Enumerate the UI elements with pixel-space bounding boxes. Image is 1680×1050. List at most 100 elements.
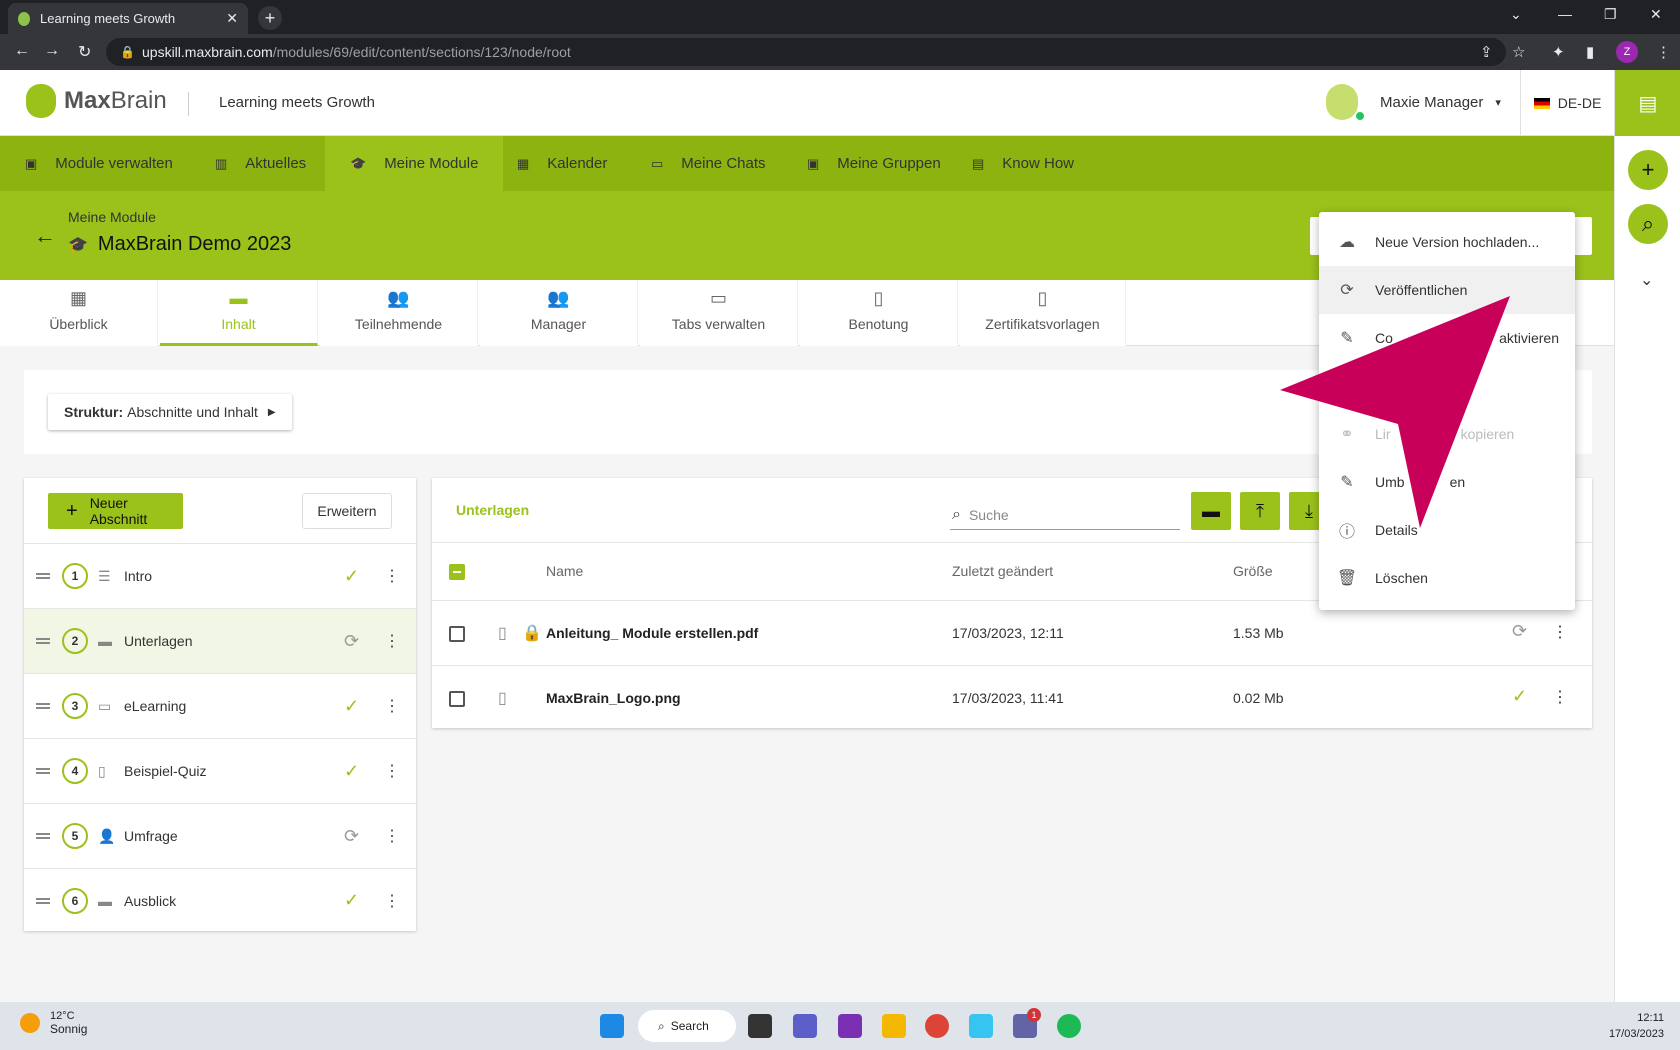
menu-item-upload-version[interactable]: ☁ Neue Version hochladen... — [1319, 218, 1575, 266]
tab-ueberblick[interactable]: ▦ Überblick — [0, 280, 158, 346]
drag-handle-icon[interactable] — [36, 703, 50, 709]
tab-tabs-verwalten[interactable]: ▭ Tabs verwalten — [640, 280, 798, 346]
back-icon[interactable]: ← — [14, 42, 30, 60]
section-item-beispiel-quiz[interactable]: 4 ▯ Beispiel-Quiz ✓ ⋮ — [24, 738, 416, 803]
clock[interactable]: 12:11 17/03/2023 — [1609, 1010, 1664, 1042]
structure-button[interactable]: Struktur: Abschnitte und Inhalt ▶ — [48, 394, 292, 430]
restore-icon[interactable]: ❐ — [1604, 6, 1617, 23]
teams-chat-icon[interactable] — [793, 1014, 817, 1038]
chevron-down-icon[interactable]: ⌄ — [1640, 270, 1653, 290]
more-vert-icon[interactable]: ⋮ — [384, 891, 400, 911]
new-section-button[interactable]: + Neuer Abschnitt — [48, 493, 183, 529]
menu-dots-icon[interactable]: ⋮ — [1656, 43, 1671, 61]
row-checkbox[interactable] — [449, 626, 465, 642]
section-item-unterlagen[interactable]: 2 ▬ Unterlagen ⟳ ⋮ — [24, 608, 416, 673]
nav-meine-gruppen[interactable]: ▣ Meine Gruppen — [782, 136, 966, 191]
tab-teilnehmende[interactable]: 👥 Teilnehmende — [320, 280, 478, 346]
drag-handle-icon[interactable] — [36, 573, 50, 579]
tab-inhalt[interactable]: ▬ Inhalt — [160, 280, 318, 346]
select-all-checkbox[interactable] — [449, 564, 465, 580]
tab-search-icon[interactable]: ⌄ — [1510, 6, 1522, 23]
close-window-icon[interactable]: ✕ — [1650, 6, 1662, 23]
reload-icon[interactable]: ↻ — [78, 42, 91, 62]
tab-zertifikatsvorlagen[interactable]: ▯ Zertifikatsvorlagen — [960, 280, 1126, 346]
close-tab-icon[interactable]: ✕ — [226, 10, 238, 27]
forward-icon[interactable]: → — [44, 42, 60, 60]
drag-handle-icon[interactable] — [36, 833, 50, 839]
nav-module-verwalten[interactable]: ▣ Module verwalten — [0, 136, 198, 191]
url-domain: upskill.maxbrain.com — [142, 44, 273, 60]
nav-label: Know How — [1002, 155, 1074, 172]
more-vert-icon[interactable]: ⋮ — [384, 696, 400, 716]
file-name[interactable]: Anleitung_ Module erstellen.pdf — [546, 625, 758, 641]
weather-widget[interactable]: 12°C Sonnig — [20, 1010, 87, 1036]
column-name[interactable]: Name — [546, 563, 583, 579]
windows-taskbar: 12°C Sonnig ⌕ Search 1 12:11 17/03/2023 — [0, 1002, 1680, 1050]
nav-meine-module[interactable]: 🎓 Meine Module — [325, 136, 504, 191]
user-menu[interactable]: Maxie Manager ▾ — [1326, 84, 1501, 120]
file-explorer-icon[interactable] — [882, 1014, 906, 1038]
new-folder-button[interactable]: ▬ — [1191, 492, 1231, 530]
task-view-icon[interactable] — [748, 1014, 772, 1038]
section-item-umfrage[interactable]: 5 👤 Umfrage ⟳ ⋮ — [24, 803, 416, 868]
minimize-icon[interactable]: — — [1558, 6, 1572, 22]
file-name[interactable]: MaxBrain_Logo.png — [546, 690, 681, 706]
date: 17/03/2023 — [1608, 1028, 1664, 1040]
side-panel-icon[interactable]: ▮ — [1586, 43, 1594, 61]
monitor-icon: ▭ — [98, 697, 112, 714]
slack-icon[interactable] — [969, 1014, 993, 1038]
profile-avatar[interactable]: Z — [1616, 41, 1638, 63]
menu-item-delete[interactable]: 🗑 Löschen — [1319, 554, 1575, 602]
spotify-icon[interactable] — [1057, 1014, 1081, 1038]
table-row[interactable]: ▯ MaxBrain_Logo.png 17/03/2023, 11:41 0.… — [432, 665, 1592, 730]
tab-manager[interactable]: 👥 Manager — [480, 280, 638, 346]
address-bar[interactable]: 🔒 upskill.maxbrain.com/modules/69/edit/c… — [106, 38, 1506, 66]
upload-button[interactable]: ⤒ — [1240, 492, 1280, 530]
maxbrain-logo[interactable]: MaxBrain — [26, 84, 167, 118]
windows-start-icon[interactable] — [600, 1014, 624, 1038]
published-check-icon: ✓ — [344, 760, 360, 781]
drag-handle-icon[interactable] — [36, 897, 50, 904]
column-size[interactable]: Größe — [1233, 563, 1273, 579]
nav-aktuelles[interactable]: ▥ Aktuelles — [190, 136, 331, 191]
nav-meine-chats[interactable]: ▭ Meine Chats — [626, 136, 791, 191]
expand-button[interactable]: Erweitern — [302, 493, 392, 529]
section-item-elearning[interactable]: 3 ▭ eLearning ✓ ⋮ — [24, 673, 416, 738]
chat-icon[interactable]: ▤ — [1615, 70, 1680, 136]
search-button[interactable]: ⌕ — [1628, 204, 1668, 244]
more-vert-icon[interactable]: ⋮ — [1552, 687, 1568, 707]
share-icon[interactable]: ⇪ — [1480, 43, 1493, 61]
notification-badge: 1 — [1027, 1008, 1041, 1022]
new-tab-button[interactable]: + — [258, 6, 282, 30]
nav-kalender[interactable]: ▦ Kalender — [492, 136, 632, 191]
browser-tab[interactable]: Learning meets Growth ✕ — [8, 3, 248, 34]
more-vert-icon[interactable]: ⋮ — [384, 826, 400, 846]
logo-brain: Brain — [110, 87, 167, 114]
nav-label: Kalender — [547, 155, 608, 172]
drag-handle-icon[interactable] — [36, 768, 50, 774]
drag-handle-icon[interactable] — [36, 638, 50, 644]
onenote-icon[interactable] — [838, 1014, 862, 1038]
breadcrumb[interactable]: Meine Module — [68, 209, 156, 225]
teams-icon[interactable]: 1 — [1013, 1008, 1041, 1038]
taskbar-search[interactable]: ⌕ Search — [638, 1010, 736, 1042]
column-modified[interactable]: Zuletzt geändert — [952, 563, 1053, 579]
section-number: 5 — [62, 823, 88, 849]
bookmark-star-icon[interactable]: ☆ — [1512, 43, 1525, 61]
section-item-ausblick[interactable]: 6 ▬ Ausblick ✓ ⋮ — [24, 868, 416, 933]
extensions-icon[interactable]: ✦ — [1552, 43, 1565, 61]
tab-benotung[interactable]: ▯ Benotung — [800, 280, 958, 346]
nav-know-how[interactable]: ▤ Know How — [947, 136, 1099, 191]
more-vert-icon[interactable]: ⋮ — [384, 631, 400, 651]
row-checkbox[interactable] — [449, 691, 465, 707]
chrome-icon[interactable] — [925, 1014, 949, 1038]
back-arrow-icon[interactable]: ← — [34, 223, 56, 249]
file-modified: 17/03/2023, 11:41 — [952, 690, 1064, 706]
more-vert-icon[interactable]: ⋮ — [384, 566, 400, 586]
search-input[interactable]: ⌕ Suche — [950, 500, 1180, 530]
section-item-intro[interactable]: 1 ☰ Intro ✓ ⋮ — [24, 543, 416, 608]
more-vert-icon[interactable]: ⋮ — [1552, 622, 1568, 642]
language-switcher[interactable]: DE-DE — [1520, 70, 1614, 136]
more-vert-icon[interactable]: ⋮ — [384, 761, 400, 781]
add-button[interactable]: + — [1628, 150, 1668, 190]
